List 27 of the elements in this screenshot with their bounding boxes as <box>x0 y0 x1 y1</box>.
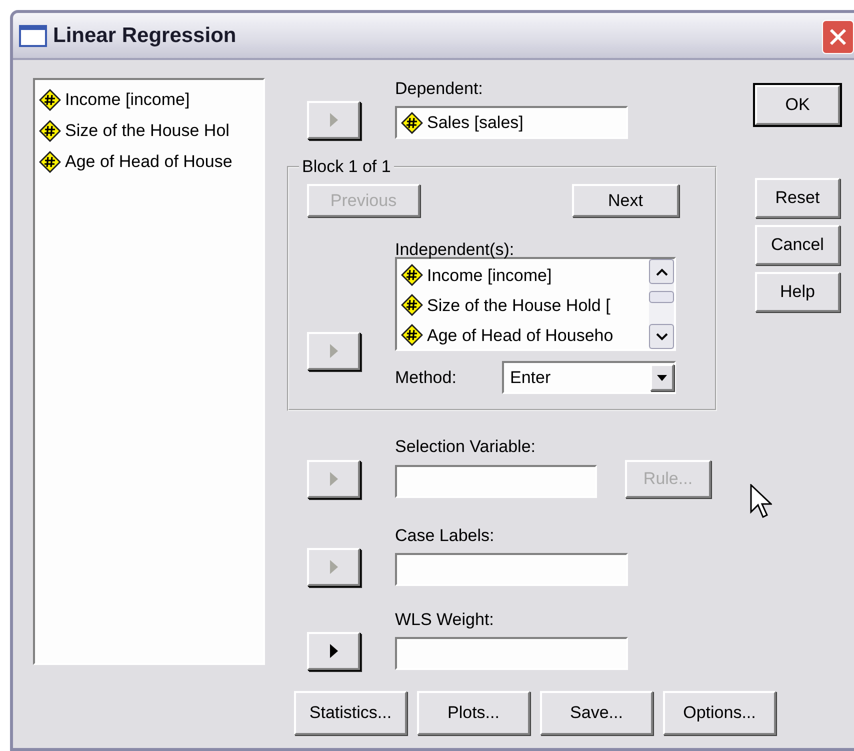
field-label: Case Labels: <box>395 525 496 547</box>
window-title: Linear Regression <box>53 22 236 49</box>
variable-item[interactable]: Income [income] <box>35 84 263 115</box>
field-label: Selection Variable: <box>395 436 536 458</box>
variable-item[interactable]: Sales [sales] <box>397 107 524 138</box>
method-dropdown[interactable]: Enter <box>502 361 676 394</box>
next-button[interactable]: Next <box>572 184 679 217</box>
dialog-button[interactable]: Options... <box>663 691 776 735</box>
dialog-button[interactable]: Save... <box>540 691 653 735</box>
variable-item[interactable]: Income [income] <box>397 260 649 290</box>
dialog-button[interactable]: Plots... <box>417 691 530 735</box>
variable-item[interactable]: Age of Head of Househo <box>397 320 649 349</box>
field-label: WLS Weight: <box>395 609 495 631</box>
variable-list[interactable]: Income [income] Size of the House Hold [ Age of Head of Househo <box>395 257 676 351</box>
variable-item[interactable]: Age of Head of House <box>35 146 263 177</box>
dialog-button[interactable]: Reset <box>755 178 840 218</box>
dialog-button[interactable]: Cancel <box>755 225 840 265</box>
variable-item[interactable]: Size of the House Hol <box>35 115 263 146</box>
variable-item[interactable]: Size of the House Hold [ <box>397 290 649 320</box>
dropdown-value: Enter <box>510 366 551 389</box>
variable-field[interactable]: Sales [sales] <box>395 106 628 139</box>
dialog-button[interactable]: OK <box>755 85 840 125</box>
dialog-button[interactable]: Help <box>755 272 840 312</box>
variable-list[interactable]: Income [income] Size of the House Hol Age of Head of House <box>33 78 265 665</box>
field-label: Method: <box>395 366 458 388</box>
field-label: Dependent: <box>395 78 484 100</box>
dialog-button[interactable]: Statistics... <box>294 691 407 735</box>
